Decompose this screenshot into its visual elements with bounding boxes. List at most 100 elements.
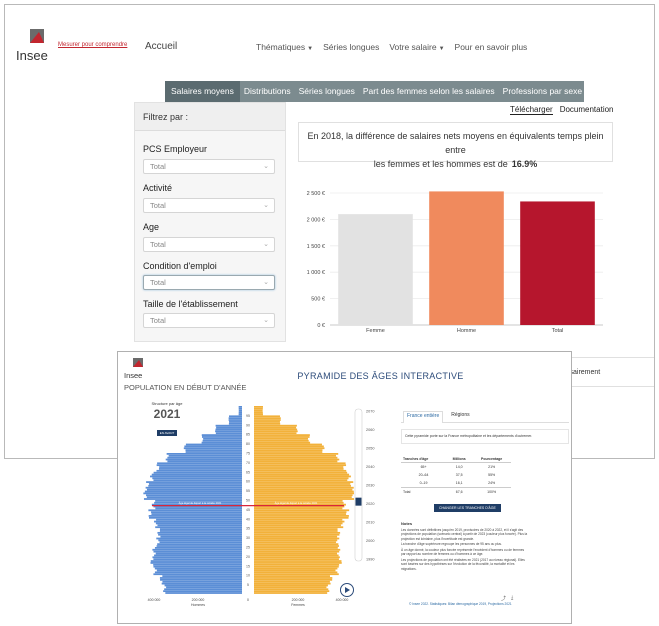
age-tick-label: 5 (247, 583, 249, 587)
pyramid-bar-femmes (254, 422, 281, 425)
tab-series-longues[interactable]: Séries longues (295, 81, 359, 102)
pyramid-bar-femmes (254, 477, 349, 480)
pyramid-bar-femmes (254, 481, 354, 483)
pyramid-bar-femmes (254, 533, 340, 536)
tab-salaires-moyens[interactable]: Salaires moyens (165, 81, 240, 102)
pyramid-bar-hommes (201, 434, 242, 436)
filter-select-taille[interactable]: Total ⌄ (143, 313, 275, 328)
chevron-down-icon: ⌄ (263, 317, 269, 324)
pyramid-bar-hommes (146, 488, 242, 491)
pyramid-bar-hommes (185, 443, 242, 446)
pyramid-bar-hommes (229, 421, 242, 423)
pyramid-bar-femmes (254, 531, 341, 534)
age-tick-label: 80 (246, 442, 250, 446)
nav-item-votre-salaire[interactable]: Votre salaire ▼ (389, 42, 444, 52)
pyramid-bar-hommes (153, 565, 242, 568)
pyramid-bar-femmes (254, 471, 348, 474)
download-link[interactable]: Télécharger (510, 105, 553, 115)
nav-home-link[interactable]: Accueil (145, 41, 177, 52)
scope-note: Cette pyramide porte sur la France métro… (401, 429, 569, 444)
pyramid-bar-femmes (254, 434, 310, 436)
caret-down-icon: ▼ (438, 46, 445, 52)
pyramid-bar-femmes (254, 466, 344, 468)
pyramid-bar-femmes (254, 535, 338, 538)
table-cell: 21% (488, 465, 496, 469)
timeline-tick-label: 2030 (366, 484, 374, 488)
change-age-groups-button[interactable]: CHANGER LES TRANCHES D'ÂGE (434, 504, 501, 512)
pyramid-bar-hommes (228, 417, 242, 420)
nav-item-series-longues[interactable]: Séries longues (323, 42, 379, 52)
section-tabs: Salaires moyens Distributions Séries lon… (165, 81, 584, 102)
tab-part-des-femmes[interactable]: Part des femmes selon les salaires (359, 81, 499, 102)
year-button[interactable]: EN AVANT (156, 430, 178, 436)
logo-tagline[interactable]: Mesurer pour comprendre (58, 42, 127, 48)
filter-select-value: Total (150, 162, 166, 171)
pyramid-bar-hommes (159, 577, 242, 579)
pyramid-bar-hommes (238, 411, 242, 414)
y-tick-label: 1 000 € (307, 270, 325, 276)
documentation-link[interactable]: Documentation (560, 105, 614, 115)
pyramid-bar-femmes (254, 509, 350, 512)
pyramid-bar-femmes (254, 524, 341, 527)
pyramid-bar-hommes (154, 520, 242, 523)
tab-regions[interactable]: Régions (449, 411, 471, 419)
pyramid-bar-hommes (154, 567, 242, 570)
pyramid-bar-hommes (158, 468, 242, 470)
share-icon[interactable]: ⤴ (501, 595, 506, 602)
page-title: PYRAMIDE DES ÂGES INTERACTIVE (297, 371, 464, 381)
pyramid-bar-hommes (148, 515, 242, 517)
pyramid-bar-femmes (254, 407, 263, 410)
pyramid-bar-femmes (254, 460, 338, 463)
pyramid-bar-femmes (254, 586, 327, 589)
pyramid-bar-hommes (144, 490, 242, 493)
nav-item-label: Pour en savoir plus (454, 42, 528, 52)
pyramid-bar-femmes (254, 464, 347, 467)
pyramid-bar-femmes (254, 437, 308, 440)
share-icons: ⤴ ⤓ (501, 595, 513, 602)
tab-professions-par-sexe[interactable]: Professions par sexe (499, 81, 586, 102)
filter-select-condition[interactable]: Total ⌄ (143, 275, 275, 290)
pyramid-bar-hommes (202, 439, 242, 442)
nav-item-en-savoir-plus[interactable]: Pour en savoir plus (455, 42, 528, 52)
tab-distributions[interactable]: Distributions (240, 81, 295, 102)
pyramid-bar-femmes (254, 486, 354, 489)
pyramid-bar-hommes (166, 586, 242, 589)
pyramid-bar-hommes (201, 436, 242, 438)
filter-select-age[interactable]: Total ⌄ (143, 237, 275, 252)
pyramid-bar-hommes (166, 453, 242, 455)
table-cell: 55% (488, 473, 496, 477)
chevron-down-icon: ⌄ (263, 163, 269, 170)
filter-select-pcs[interactable]: Total ⌄ (143, 159, 275, 174)
pyramid-bar-femmes (254, 468, 344, 470)
pyramid-bar-hommes (215, 432, 242, 435)
summary-line-1: En 2018, la différence de salaires nets … (307, 131, 604, 155)
year-timeline-slider[interactable]: 2070 2060 2050 2040 2030 2020 2010 2000 1990 (352, 405, 380, 565)
nav-item-thematiques[interactable]: Thématiques ▼ (256, 42, 313, 52)
x-tick-label: 0 (247, 598, 249, 602)
pyramid-bar-hommes (152, 477, 242, 480)
pyramid-bar-hommes (228, 419, 242, 421)
pyramid-bar-hommes (158, 539, 242, 542)
pyramid-bar-femmes (254, 473, 350, 476)
pyramid-bar-femmes (254, 547, 338, 549)
x-tick-label: Homme (457, 328, 476, 334)
nav-item-label: Thématiques (256, 42, 306, 52)
pyramid-bar-hommes (159, 530, 242, 532)
pyramid-bar-hommes (167, 456, 242, 459)
pyramid-bar-femmes (254, 483, 351, 485)
tab-france-entiere[interactable]: France entière (403, 411, 444, 423)
summary-line-2-wrap: les femmes et les hommes est de 16.9% (299, 157, 612, 171)
pyramid-bar-hommes (157, 531, 242, 534)
bar-homme (429, 191, 504, 325)
pyramid-bar-hommes (168, 454, 242, 457)
side-info-box: ssairement (558, 357, 654, 387)
insee-logo[interactable]: Insee (16, 29, 64, 65)
download-icon[interactable]: ⤓ (511, 595, 513, 602)
filter-select-value: Total (150, 278, 166, 287)
pyramid-bar-femmes (254, 421, 280, 423)
pyramid-bar-femmes (254, 518, 343, 521)
filter-select-activite[interactable]: Total ⌄ (143, 198, 275, 213)
play-icon[interactable] (340, 583, 354, 597)
pyramid-bar-femmes (254, 571, 338, 574)
filter-label-condition: Condition d'emploi (143, 261, 217, 271)
